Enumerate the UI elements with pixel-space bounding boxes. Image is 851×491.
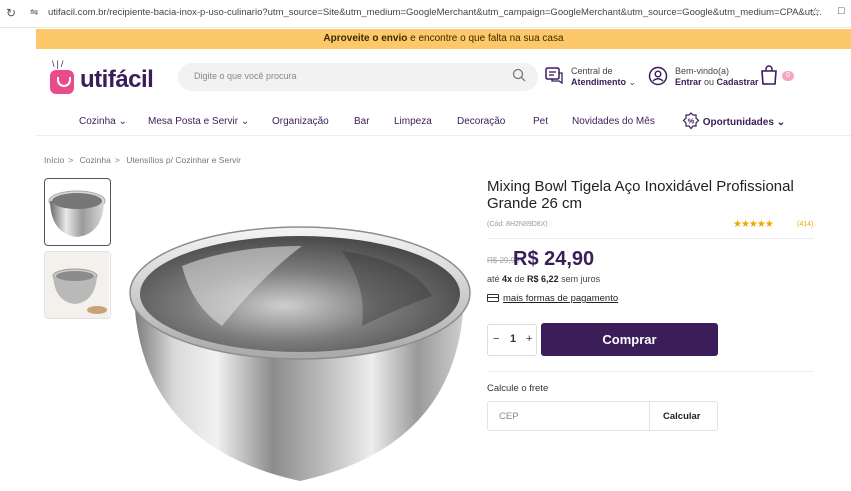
rating-count[interactable]: (414) [797, 221, 813, 228]
shipping-label: Calcule o frete [487, 383, 549, 394]
installments-text: até 4x de R$ 6,22 sem juros [487, 274, 601, 284]
cep-form: CEP Calcular [487, 401, 718, 431]
bookmark-star-icon[interactable]: ☆ [810, 5, 821, 19]
payment-options-link[interactable]: mais formas de pagamento [487, 293, 618, 304]
cep-input[interactable]: CEP [499, 411, 519, 422]
product-thumbnail-2[interactable] [44, 251, 111, 319]
search-icon[interactable] [512, 68, 526, 82]
product-main-image[interactable] [112, 176, 482, 486]
bowls-set-thumbnail-image [45, 252, 109, 318]
nav-item-novidades[interactable]: Novidades do Mês [572, 116, 655, 127]
card-icon [487, 294, 499, 302]
promo-text: e encontre o que falta na sua casa [407, 33, 564, 44]
user-icon [648, 66, 668, 86]
account-link[interactable]: Bem-vindo(a) Entrar ou Cadastrar ⌄ [648, 63, 769, 93]
cart-button[interactable]: 0 [760, 65, 794, 90]
chevron-down-icon: ⌄ [240, 116, 250, 127]
product-code: (Cód: 8H2N89D8X) [487, 221, 548, 228]
search-placeholder: Digite o que você procura [194, 71, 297, 81]
url-field[interactable]: utifacil.com.br/recipiente-bacia-inox-p-… [48, 7, 828, 18]
account-line2: Entrar ou Cadastrar ⌄ [675, 77, 769, 87]
breadcrumb-item-inicio[interactable]: Início [44, 155, 64, 165]
mixing-bowl-image [129, 226, 471, 481]
shopping-bag-icon [761, 65, 777, 85]
breadcrumb-item-cozinha[interactable]: Cozinha [80, 155, 111, 165]
breadcrumb: Início > Cozinha > Utensílios p/ Cozinhar … [44, 155, 241, 165]
category-nav: Cozinha ⌄ Mesa Posta e Servir ⌄ Organiza… [36, 108, 851, 136]
reload-icon[interactable]: ↻ [6, 6, 16, 20]
buy-button[interactable]: Comprar [541, 323, 718, 356]
product-title: Mixing Bowl Tigela Aço Inoxidável Profis… [487, 178, 794, 212]
logo-badge-icon [50, 70, 74, 94]
quantity-decrease-button[interactable]: − [493, 333, 499, 345]
logo-rays: \|/ [52, 59, 66, 69]
search-bar[interactable]: Digite o que você procura [178, 63, 538, 91]
quantity-stepper[interactable]: − 1 + [487, 324, 537, 356]
support-link[interactable]: Central de Atendimento ⌄ [544, 63, 644, 93]
divider [487, 238, 814, 239]
nav-item-bar[interactable]: Bar [354, 116, 370, 127]
nav-item-organizacao[interactable]: Organização [272, 116, 329, 127]
promo-banner: Aproveite o envio e encontre o que falta… [36, 29, 851, 49]
chevron-down-icon: ⌄ [628, 77, 637, 87]
chat-icon [545, 67, 563, 85]
tab-icon[interactable]: □ [838, 5, 845, 17]
percent-badge-icon: % [682, 112, 700, 130]
account-line1: Bem-vindo(a) [675, 66, 730, 76]
chevron-down-icon: ⌄ [776, 117, 786, 128]
quantity-increase-button[interactable]: + [526, 333, 532, 345]
support-line2: Atendimento ⌄ [571, 77, 637, 87]
cart-count-badge: 0 [782, 71, 794, 81]
breadcrumb-item-utensilios[interactable]: Utensílios p/ Cozinhar e Servir [126, 155, 241, 165]
nav-item-decoracao[interactable]: Decoração [457, 116, 505, 127]
logo-text: utifácil [80, 66, 154, 93]
bowl-thumbnail-image [48, 190, 106, 237]
calculate-shipping-button[interactable]: Calcular [663, 411, 701, 422]
site-info-icon[interactable]: ⇋ [30, 7, 38, 18]
quantity-value[interactable]: 1 [510, 333, 516, 345]
nav-item-cozinha[interactable]: Cozinha ⌄ [79, 116, 127, 127]
current-price: R$ 24,90 [513, 248, 595, 270]
product-thumbnail-1[interactable] [44, 178, 111, 246]
rating-stars[interactable]: ★★★★★ [733, 219, 774, 230]
chevron-down-icon: ⌄ [118, 116, 127, 127]
divider [487, 371, 814, 372]
nav-item-limpeza[interactable]: Limpeza [394, 116, 432, 127]
cep-separator [649, 402, 650, 430]
site-header: \|/ utifácil Digite o que você procura C… [36, 50, 851, 106]
nav-item-mesa-posta[interactable]: Mesa Posta e Servir ⌄ [148, 116, 249, 127]
promo-bold-text: Aproveite o envio [323, 33, 408, 44]
nav-item-oportunidades[interactable]: % Oportunidades ⌄ [682, 112, 785, 130]
browser-address-bar: ↻ ⇋ utifacil.com.br/recipiente-bacia-ino… [0, 0, 851, 28]
support-line1: Central de [571, 66, 613, 76]
nav-item-pet[interactable]: Pet [533, 116, 548, 127]
svg-text:%: % [688, 117, 695, 126]
